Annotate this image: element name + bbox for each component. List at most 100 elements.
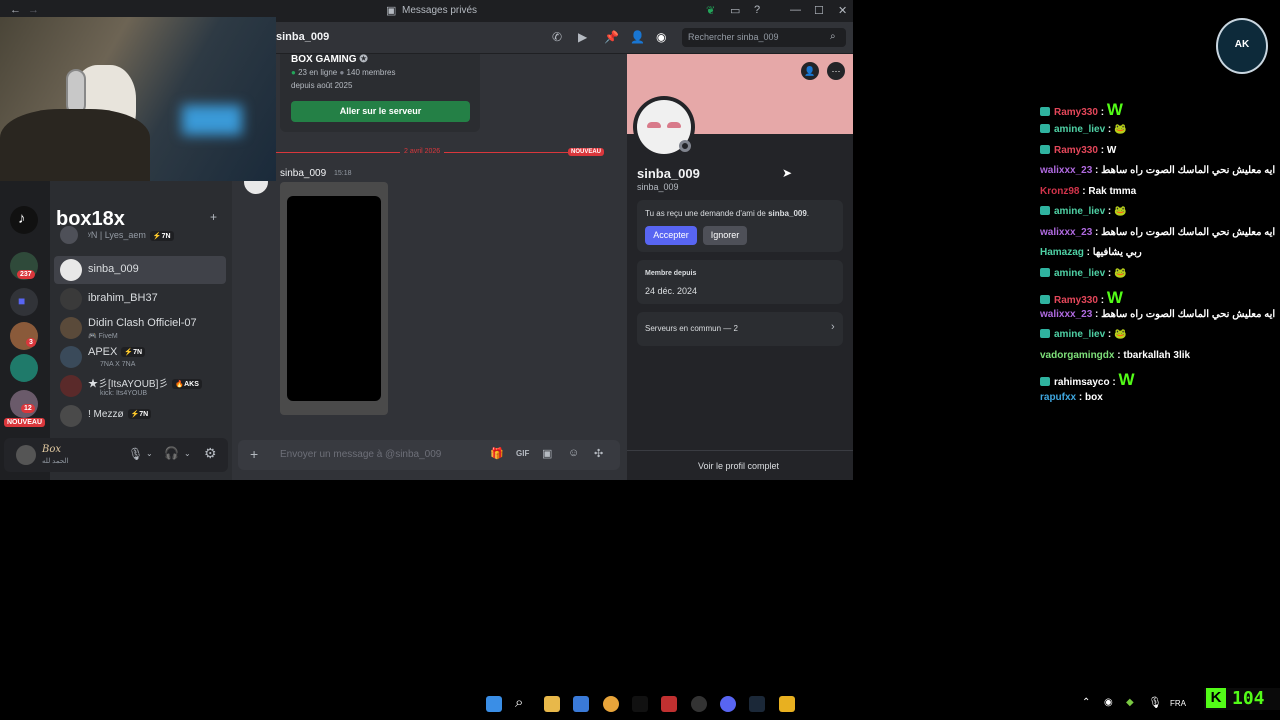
chat-username[interactable]: walixxx_23 — [1040, 227, 1092, 238]
chat-username[interactable]: rahimsayco — [1054, 377, 1110, 388]
chat-line: amine_liev : 🐸 — [1040, 124, 1127, 135]
sticker-icon[interactable]: ▣ — [542, 447, 552, 460]
gift-icon[interactable]: 🎁 — [490, 447, 504, 460]
dm-item[interactable]: APEX ⚡7N 7NA X 7NA — [54, 343, 226, 371]
invite-server-name: BOX GAMING ✪ — [291, 54, 368, 65]
chat-message: box — [1085, 392, 1103, 403]
search-input[interactable]: Rechercher sinba_009 ⌕ — [682, 28, 846, 47]
leaf-icon[interactable]: ❦ — [706, 4, 715, 17]
file-explorer-icon[interactable] — [544, 696, 560, 712]
profile-toggle-icon[interactable]: ◉ — [656, 30, 666, 44]
view-full-profile-link[interactable]: Voir le profil complet — [698, 461, 779, 471]
maximize-icon[interactable]: ☐ — [814, 4, 824, 17]
headphones-icon[interactable]: 🎧 — [164, 446, 179, 460]
message-author[interactable]: sinba_009 — [280, 168, 326, 179]
language-indicator[interactable]: FRA — [1170, 699, 1186, 708]
tiktok-icon[interactable] — [632, 696, 648, 712]
emoji-icon[interactable]: ☺ — [568, 447, 579, 459]
rockstar-icon[interactable] — [779, 696, 795, 712]
dm-name: sinba_009 — [88, 263, 139, 275]
microphone-icon[interactable]: 🎙 — [1148, 696, 1162, 709]
discord-icon[interactable] — [720, 696, 736, 712]
chat-separator: : — [1105, 329, 1115, 340]
app-icon[interactable] — [661, 696, 677, 712]
minimize-icon[interactable]: — — [790, 4, 801, 16]
add-dm-icon[interactable]: + — [210, 210, 217, 224]
store-icon[interactable] — [573, 696, 589, 712]
dm-item-active[interactable]: sinba_009 — [54, 256, 226, 284]
start-icon[interactable] — [486, 696, 502, 712]
folder-icon[interactable]: ■ — [10, 288, 38, 316]
screen-icon[interactable]: ▭ — [730, 4, 740, 17]
chat-username[interactable]: rapufxx — [1040, 392, 1076, 403]
chat-message: W — [1106, 145, 1117, 156]
dm-item[interactable]: ! Mezzø ⚡7N — [54, 402, 226, 430]
server-tiktok[interactable]: ♪ — [10, 206, 38, 234]
help-icon[interactable]: ? — [754, 4, 760, 16]
chat-username[interactable]: Ramy330 — [1054, 295, 1098, 306]
discord-tray-icon[interactable]: ◉ — [1104, 697, 1113, 708]
badge-icon — [1040, 206, 1050, 215]
chat-username[interactable]: walixxx_23 — [1040, 165, 1092, 176]
chat-separator: : — [1079, 186, 1089, 197]
chevron-down-icon[interactable]: ⌄ — [146, 449, 153, 458]
microphone-icon[interactable]: 🎙 — [128, 447, 143, 461]
chat-username[interactable]: Ramy330 — [1054, 145, 1098, 156]
server-4[interactable] — [10, 354, 38, 382]
forward-arrow-icon[interactable]: → — [28, 4, 39, 16]
dm-item[interactable]: ibrahim_BH37 — [54, 285, 226, 313]
back-arrow-icon[interactable]: ← — [10, 4, 21, 16]
gif-icon[interactable]: GIF — [516, 449, 529, 458]
apps-icon[interactable]: ✣ — [594, 447, 603, 460]
search-icon[interactable]: ⌕ — [515, 694, 523, 711]
message-input[interactable]: + Envoyer un message à @sinba_009 🎁 GIF … — [238, 440, 620, 470]
steam-icon[interactable] — [749, 696, 765, 712]
phone-icon[interactable]: ✆ — [552, 30, 562, 44]
nvidia-icon[interactable]: ◆ — [1126, 697, 1134, 708]
status-dot — [679, 140, 691, 152]
chat-separator: : — [1105, 268, 1115, 279]
chat-line: Ramy330 : W — [1040, 288, 1123, 308]
image-content — [287, 196, 381, 401]
more-icon[interactable]: ⋯ — [827, 62, 845, 80]
chevron-down-icon[interactable]: ⌄ — [184, 449, 191, 458]
accept-button[interactable]: Accepter — [645, 226, 697, 245]
mutual-servers-row[interactable]: Serveurs en commun — 2 › — [637, 312, 843, 346]
chat-username[interactable]: vadorgamingdx — [1040, 350, 1114, 361]
plus-icon[interactable]: + — [250, 446, 258, 462]
chat-username[interactable]: Kronz98 — [1040, 186, 1079, 197]
tiktok-icon: ♪ — [18, 210, 26, 227]
add-friend-icon[interactable]: 👤 — [801, 62, 819, 80]
chat-line: walixxx_23 : ايه معليش نحي الماسك الصوت … — [1040, 165, 1275, 176]
dm-item[interactable]: Didin Clash Officiel-07 🎮 FiveM — [54, 314, 226, 342]
clan-tag: ⚡7N — [149, 230, 174, 241]
chat-separator: : — [1105, 206, 1115, 217]
chrome-icon[interactable] — [603, 696, 619, 712]
join-server-button[interactable]: Aller sur le serveur — [291, 101, 470, 122]
invite-online: ● 23 en ligne ● 140 membres — [291, 68, 396, 77]
dm-item[interactable]: ★彡[ItsAYOUB]彡 🔥AKS kick: Its4YOUB — [54, 372, 226, 400]
dm-item[interactable]: ʸN | Lyes_aem ⚡7N — [54, 226, 226, 248]
chevron-up-icon[interactable]: ⌃ — [1082, 697, 1090, 708]
chat-message: 🐸 — [1114, 268, 1127, 279]
chat-username[interactable]: Hamazag — [1040, 247, 1084, 258]
ignore-button[interactable]: Ignorer — [703, 226, 747, 245]
chat-username[interactable]: amine_liev — [1054, 124, 1105, 135]
pin-icon[interactable]: 📌 — [604, 30, 619, 44]
chat-line: vadorgamingdx : tbarkallah 3lik — [1040, 350, 1190, 361]
video-icon[interactable]: ▶ — [578, 30, 587, 44]
chat-username[interactable]: Ramy330 — [1054, 107, 1098, 118]
chat-line: Ramy330 : W — [1040, 145, 1116, 156]
chat-username[interactable]: walixxx_23 — [1040, 309, 1092, 320]
add-friend-icon[interactable]: 👤 — [630, 30, 645, 44]
close-icon[interactable]: ✕ — [838, 4, 847, 17]
chat-username[interactable]: amine_liev — [1054, 206, 1105, 217]
mutual-servers-label: Serveurs en commun — 2 — [645, 324, 738, 333]
user-avatar[interactable] — [16, 445, 36, 465]
chat-message: 🐸 — [1114, 329, 1127, 340]
message-image[interactable] — [280, 182, 388, 415]
obs-icon[interactable] — [691, 696, 707, 712]
chat-username[interactable]: amine_liev — [1054, 268, 1105, 279]
chat-username[interactable]: amine_liev — [1054, 329, 1105, 340]
gear-icon[interactable]: ⚙ — [204, 445, 217, 462]
